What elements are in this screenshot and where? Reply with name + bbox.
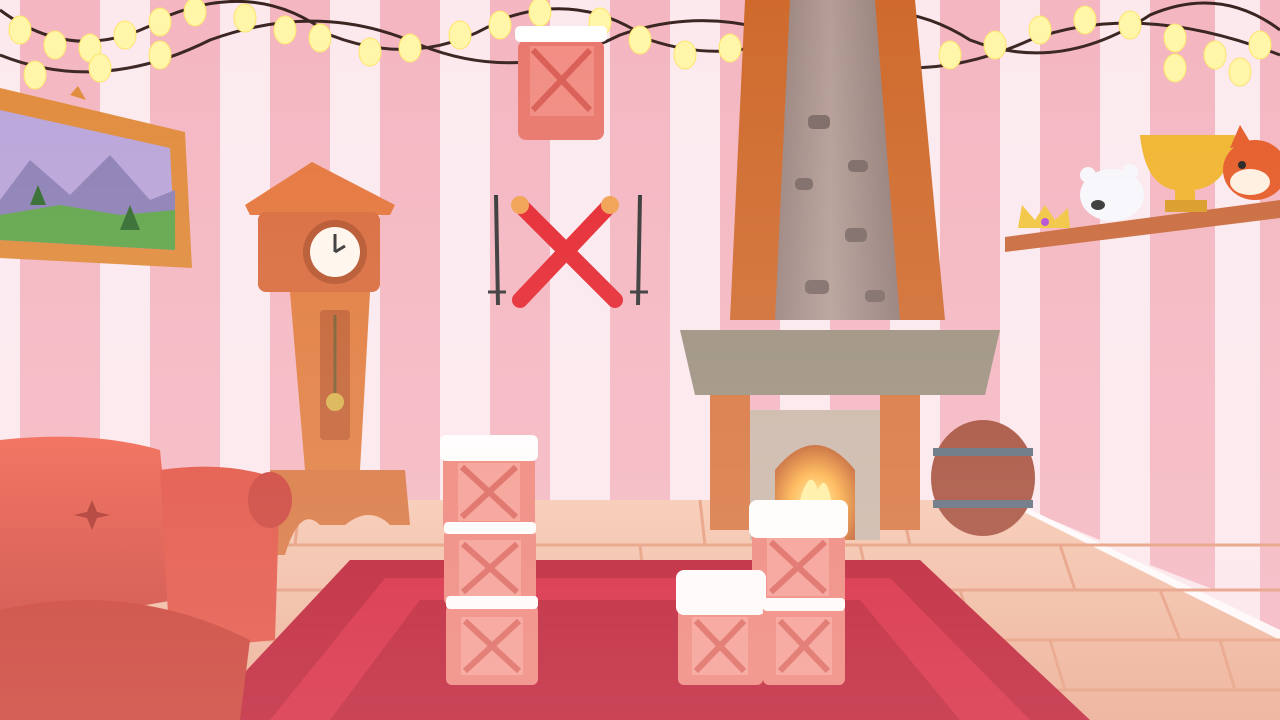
game-viewport[interactable]	[0, 0, 1280, 720]
lighting-haze	[0, 0, 1280, 720]
